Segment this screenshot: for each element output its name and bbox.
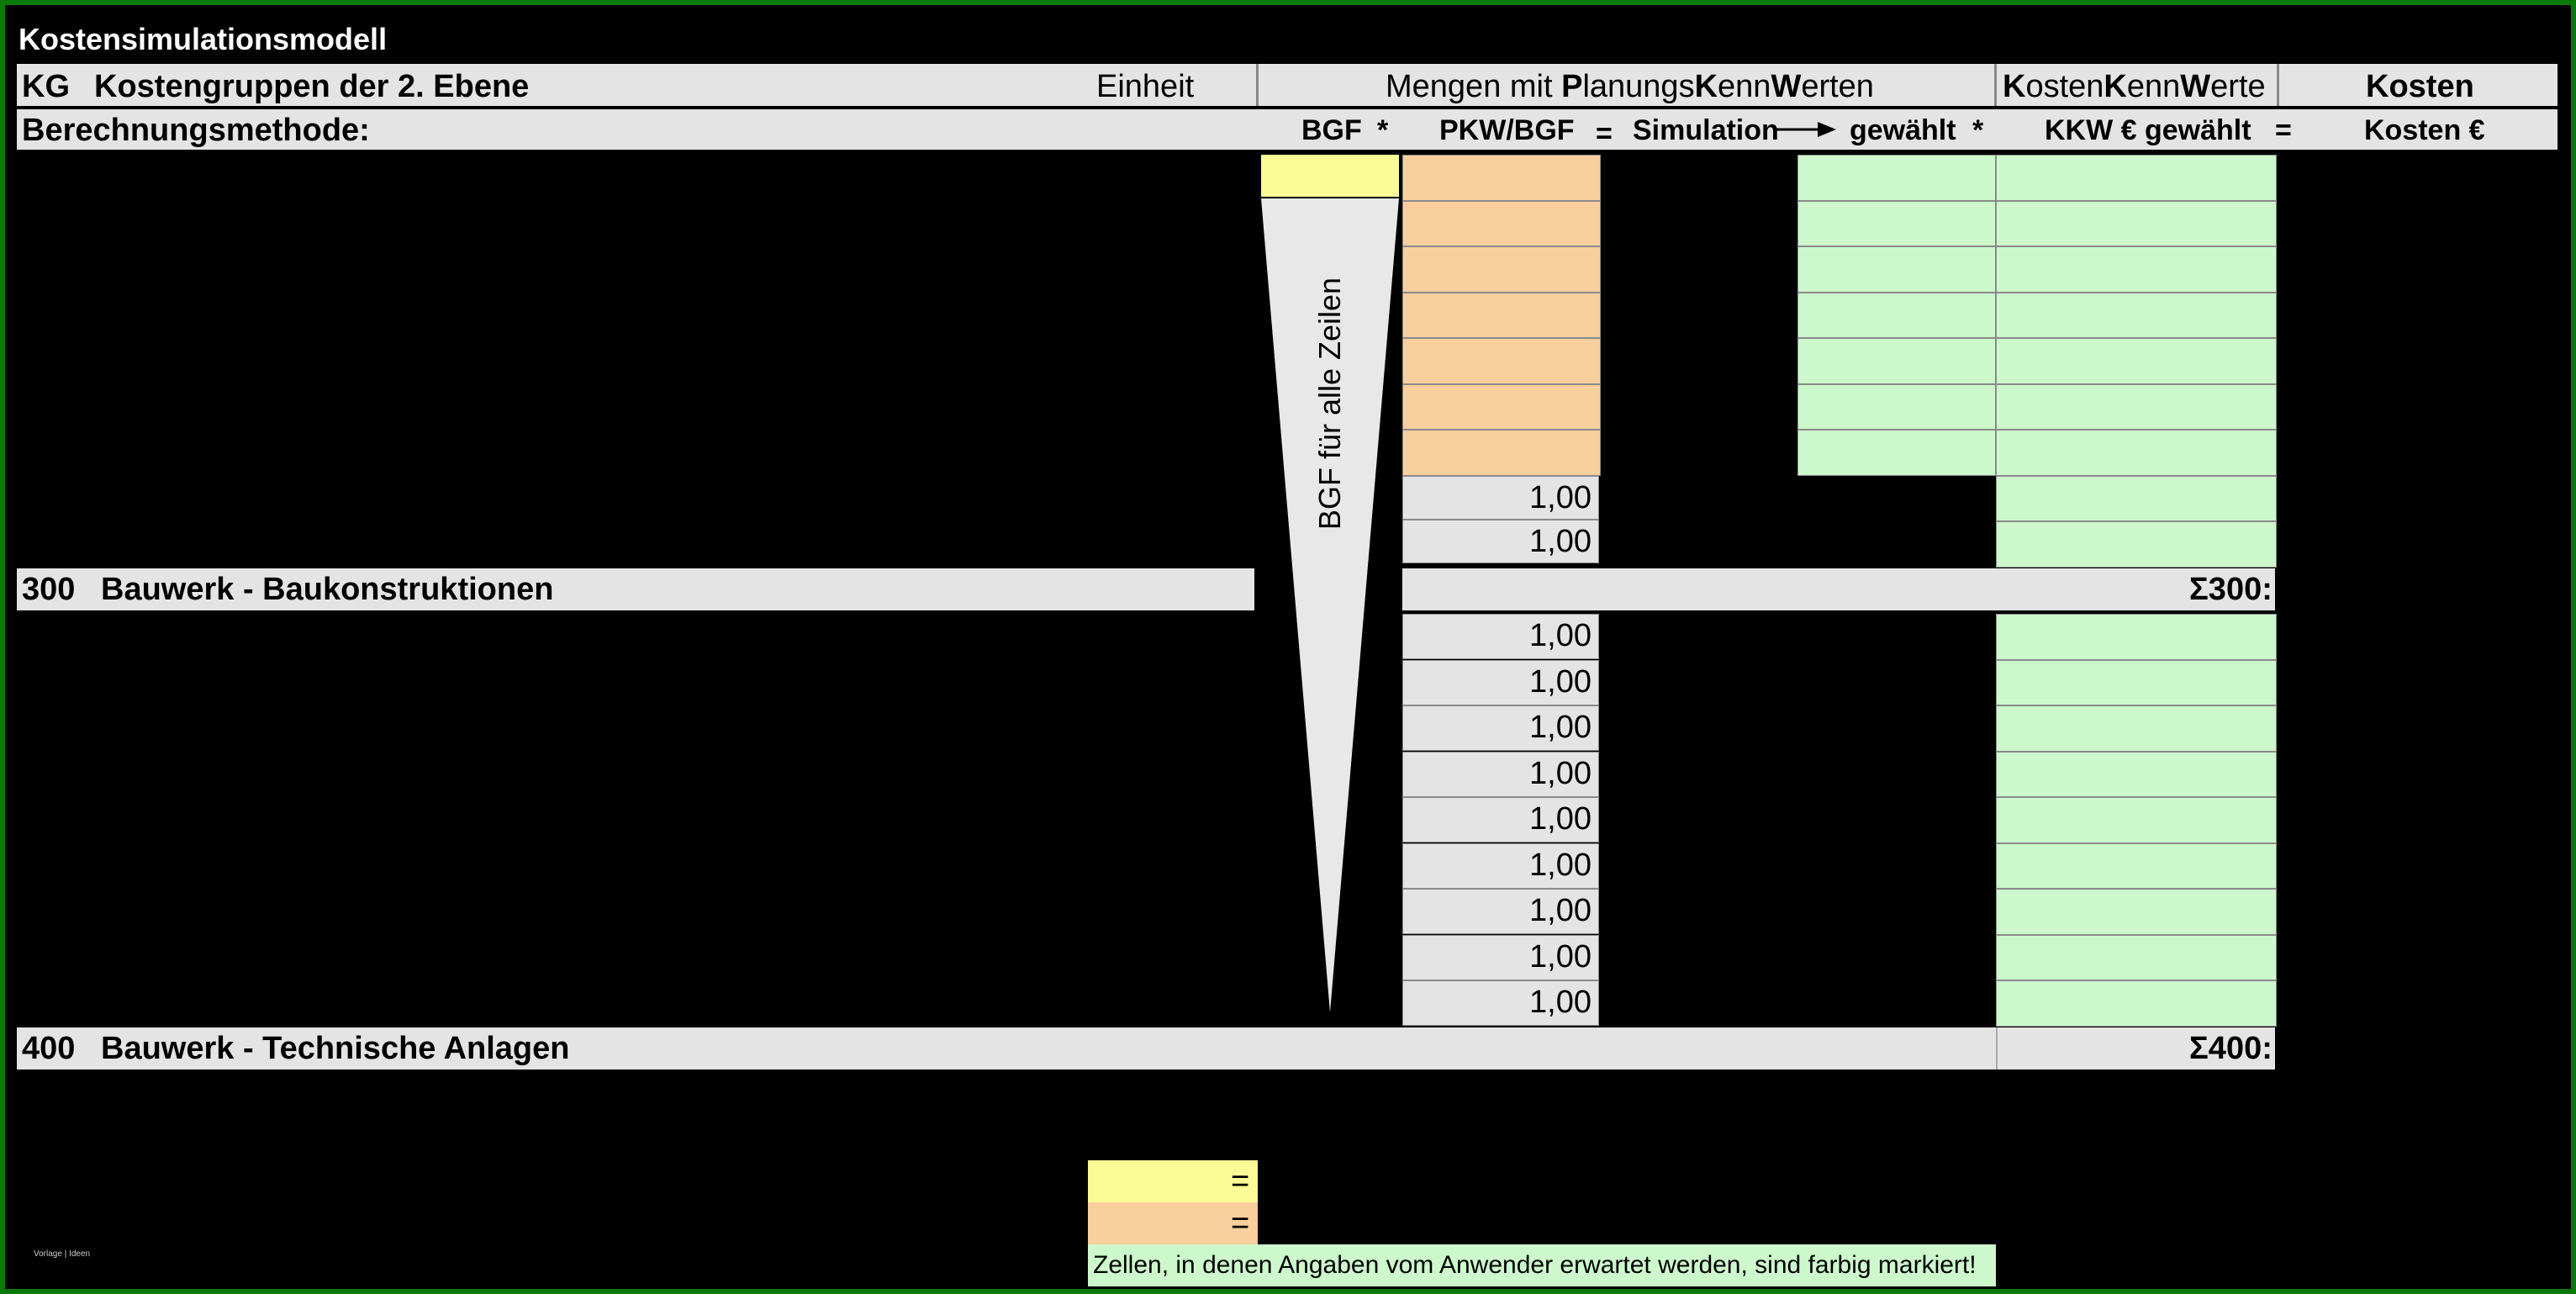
group-400-sum: Σ400: — [2189, 1031, 2272, 1066]
pkw-input-cell[interactable] — [1402, 155, 1601, 201]
method-simulation: Simulation — [1633, 114, 1779, 146]
method-label: Berechnungsmethode: — [22, 113, 370, 148]
kkw-input-cell[interactable] — [1996, 614, 2277, 660]
group-400-divider — [1996, 1027, 1998, 1070]
kkw-input-cell[interactable] — [1996, 200, 2277, 246]
value-cell[interactable]: 1,00 — [1402, 934, 1599, 980]
legend-yellow-eq: = — [1231, 1164, 1250, 1199]
header-mengen-part: K — [1694, 69, 1718, 104]
method-kkw-gewaehlt: KKW € gewählt — [2045, 114, 2251, 146]
header-mengen-part: enn — [1718, 69, 1771, 104]
value-cell[interactable]: 1,00 — [1402, 705, 1599, 751]
header-kkw-part: W — [2180, 69, 2211, 104]
method-times: * — [1377, 114, 1389, 146]
header-divider — [1256, 64, 1259, 106]
simulation-input-cell[interactable] — [1797, 430, 1996, 476]
method-kosten-eur: Kosten € — [2364, 114, 2485, 146]
kkw-input-cell[interactable] — [1996, 842, 2277, 889]
value-cell[interactable]: 1,00 — [1402, 842, 1599, 889]
kkw-input-cell[interactable] — [1996, 705, 2277, 752]
method-equals: = — [1596, 118, 1613, 150]
value-cell[interactable]: 1,00 — [1402, 751, 1599, 797]
value-cell[interactable]: 1,00 — [1402, 889, 1599, 934]
header-kkw-part: osten — [2025, 69, 2104, 104]
kkw-input-cell[interactable] — [1996, 383, 2277, 430]
header-mengen-part: W — [1771, 69, 1802, 104]
kkw-input-cell[interactable] — [1996, 521, 2277, 568]
kkw-input-cell[interactable] — [1996, 751, 2277, 797]
group-400-label: Bauwerk - Technische Anlagen — [101, 1031, 570, 1066]
group-400-code: 400 — [22, 1031, 76, 1066]
value-cell[interactable]: 1,00 — [1402, 476, 1599, 520]
pkw-input-cell[interactable] — [1402, 292, 1601, 338]
kkw-input-cell[interactable] — [1996, 475, 2277, 521]
simulation-input-cell[interactable] — [1797, 200, 1996, 246]
simulation-input-cell[interactable] — [1797, 292, 1996, 338]
header-kosten: Kosten — [2366, 69, 2474, 104]
group-300-sum-row — [1402, 568, 2275, 610]
kkw-input-cell[interactable] — [1996, 934, 2277, 980]
header-mengen-part: lanungs — [1582, 69, 1695, 104]
legend-note: Zellen, in denen Angaben vom Anwender er… — [1093, 1251, 1977, 1279]
pkw-input-cell[interactable] — [1402, 430, 1601, 476]
method-bgf: BGF — [1301, 114, 1362, 146]
simulation-input-cell[interactable] — [1797, 383, 1996, 430]
kkw-input-cell[interactable] — [1996, 797, 2277, 843]
kkw-input-cell[interactable] — [1996, 338, 2277, 384]
simulation-input-cell[interactable] — [1797, 338, 1996, 384]
header-mengen-part: P — [1561, 69, 1583, 104]
header-mengen-part: Mengen mit — [1386, 69, 1562, 104]
pkw-input-cell[interactable] — [1402, 383, 1601, 430]
method-gewaehlt: gewählt — [1850, 114, 1956, 146]
header-kkw-part: erte — [2210, 69, 2266, 104]
value-cell[interactable]: 1,00 — [1402, 614, 1599, 659]
header-kkw-part: K — [2104, 69, 2127, 104]
kkw-input-cell[interactable] — [1996, 292, 2277, 338]
pkw-input-cell[interactable] — [1402, 246, 1601, 293]
page-title: Kostensimulationsmodell — [18, 22, 388, 56]
method-pkw-bgf: PKW/BGF — [1439, 114, 1575, 146]
group-300-label: Bauwerk - Baukonstruktionen — [101, 572, 554, 607]
group-300-sum: Σ300: — [2189, 572, 2272, 607]
header-divider — [2277, 64, 2279, 106]
pkw-input-cell[interactable] — [1402, 338, 1601, 384]
header-kkw: KostenKennWerte — [2003, 66, 2266, 108]
simulation-input-cell[interactable] — [1797, 246, 1996, 293]
value-cell[interactable]: 1,00 — [1402, 520, 1599, 563]
kkw-input-cell[interactable] — [1996, 155, 2277, 201]
header-mengen-part: erten — [1801, 69, 1874, 104]
header-kkw-part: K — [2003, 69, 2026, 104]
kkw-input-cell[interactable] — [1996, 430, 2277, 476]
value-cell[interactable]: 1,00 — [1402, 797, 1599, 842]
header-kkw-part: enn — [2126, 69, 2181, 104]
kkw-input-cell[interactable] — [1996, 889, 2277, 935]
bgf-note: BGF für alle Zeilen — [1312, 277, 1347, 531]
header-einheit: Einheit — [1096, 69, 1195, 104]
arrow-right-icon — [1774, 122, 1836, 137]
value-cell[interactable]: 1,00 — [1402, 659, 1599, 705]
header-divider — [1994, 64, 1997, 106]
legend-orange-eq: = — [1231, 1206, 1250, 1241]
kkw-input-cell[interactable] — [1996, 659, 2277, 705]
pkw-input-cell[interactable] — [1402, 200, 1601, 246]
bgf-input[interactable] — [1261, 155, 1399, 197]
kkw-input-cell[interactable] — [1996, 980, 2277, 1027]
method-equals: = — [2275, 114, 2292, 146]
value-cell[interactable]: 1,00 — [1402, 980, 1599, 1026]
method-times: * — [1972, 114, 1984, 146]
group-300-code: 300 — [22, 572, 76, 607]
footer-small: Vorlage | Ideen — [34, 1249, 91, 1259]
header-mengen: Mengen mit PlanungsKennWerten — [1386, 66, 1874, 108]
simulation-input-cell[interactable] — [1797, 155, 1996, 201]
kkw-input-cell[interactable] — [1996, 246, 2277, 293]
header-kostengruppen: Kostengruppen der 2. Ebene — [94, 69, 530, 104]
header-kg: KG — [22, 69, 70, 104]
